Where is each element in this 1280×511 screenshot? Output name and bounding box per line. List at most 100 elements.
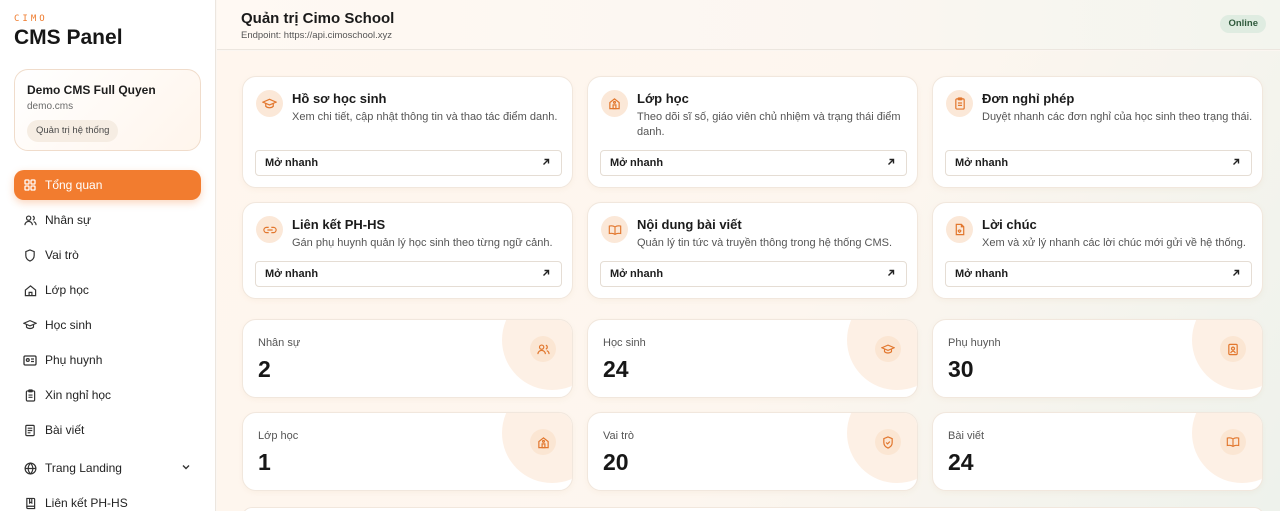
quick-open-button[interactable]: Mở nhanh xyxy=(600,261,907,287)
stat-label: Lớp học xyxy=(258,430,299,442)
module-description: Xem chi tiết, cập nhật thông tin và thao… xyxy=(292,111,558,123)
module-title: Liên kết PH-HS xyxy=(292,217,386,232)
module-card-posts: Nội dung bài viết Quản lý tin tức và tru… xyxy=(587,202,918,299)
sidebar-item-classes[interactable]: Lớp học xyxy=(14,275,201,305)
quick-open-label: Mở nhanh xyxy=(610,157,664,169)
next-section-card xyxy=(242,507,1264,511)
quick-open-label: Mở nhanh xyxy=(610,268,664,280)
user-login: demo.cms xyxy=(27,101,74,112)
stat-label: Nhân sự xyxy=(258,337,301,349)
stat-card-students: Học sinh 24 xyxy=(587,319,918,398)
arrow-up-right-icon xyxy=(541,268,551,281)
sidebar-item-label: Nhân sự xyxy=(45,213,92,227)
module-description: Theo dõi sĩ số, giáo viên chủ nhiệm và t… xyxy=(637,111,901,138)
users-icon xyxy=(530,336,556,362)
module-description: Xem và xử lý nhanh các lời chúc mới gửi … xyxy=(982,237,1246,249)
quick-open-label: Mở nhanh xyxy=(955,157,1009,169)
sidebar-item-overview[interactable]: Tổng quan xyxy=(14,170,201,200)
users-icon xyxy=(23,213,37,227)
grid-icon xyxy=(23,178,37,192)
graduation-cap-icon xyxy=(256,90,283,117)
stat-card-classes: Lớp học 1 xyxy=(242,412,573,491)
school-icon xyxy=(601,90,628,117)
clipboard-icon xyxy=(23,388,37,402)
sidebar-item-leave[interactable]: Xin nghỉ học xyxy=(14,380,201,410)
module-card-student-profile: Hồ sơ học sinh Xem chi tiết, cập nhật th… xyxy=(242,76,573,188)
chevron-down-icon[interactable] xyxy=(181,461,191,475)
quick-open-button[interactable]: Mở nhanh xyxy=(945,150,1252,176)
page-title: Quản trị Cimo School xyxy=(241,10,395,27)
sidebar-item-label: Vai trò xyxy=(45,248,79,262)
book-open-icon xyxy=(601,216,628,243)
stat-label: Phụ huynh xyxy=(948,337,1001,349)
module-description: Duyệt nhanh các đơn nghỉ của học sinh th… xyxy=(982,111,1253,123)
graduation-cap-icon xyxy=(875,336,901,362)
sidebar-item-label: Học sinh xyxy=(45,318,92,332)
stat-label: Bài viết xyxy=(948,430,985,442)
arrow-up-right-icon xyxy=(1231,157,1241,170)
arrow-up-right-icon xyxy=(886,157,896,170)
module-description: Quản lý tin tức và truyền thông trong hệ… xyxy=(637,237,893,249)
module-card-parent-student-link: Liên kết PH-HS Gán phụ huynh quản lý học… xyxy=(242,202,573,299)
quick-open-button[interactable]: Mở nhanh xyxy=(255,261,562,287)
module-description: Gán phụ huynh quản lý học sinh theo từng… xyxy=(292,237,553,249)
user-role-badge: Quản trị hệ thống xyxy=(27,120,119,142)
arrow-up-right-icon xyxy=(1231,268,1241,281)
arrow-up-right-icon xyxy=(886,268,896,281)
stat-value: 20 xyxy=(603,449,629,475)
module-title: Đơn nghỉ phép xyxy=(982,91,1075,106)
quick-open-label: Mở nhanh xyxy=(265,157,319,169)
module-title: Lớp học xyxy=(637,91,689,106)
user-name: Demo CMS Full Quyen xyxy=(27,83,156,97)
id-card-icon xyxy=(1220,336,1246,362)
stat-card-parents: Phụ huynh 30 xyxy=(932,319,1263,398)
stat-value: 30 xyxy=(948,356,974,382)
stat-card-staff: Nhân sự 2 xyxy=(242,319,573,398)
sidebar-nav: Tổng quan Nhân sự Vai trò Lớp học Học si… xyxy=(14,170,201,511)
status-badge: Online xyxy=(1220,15,1266,33)
newspaper-icon xyxy=(23,423,37,437)
sidebar-item-label: Tổng quan xyxy=(45,178,103,192)
quick-open-button[interactable]: Mở nhanh xyxy=(600,150,907,176)
sidebar-item-label: Phụ huynh xyxy=(45,353,103,367)
top-header: Quản trị Cimo School Endpoint: https://a… xyxy=(217,0,1280,50)
message-icon xyxy=(946,216,973,243)
sidebar-item-parent-student-link[interactable]: Liên kết PH-HS xyxy=(14,488,201,511)
sidebar-item-roles[interactable]: Vai trò xyxy=(14,240,201,270)
stat-label: Học sinh xyxy=(603,337,646,349)
brand-caption: CIMO xyxy=(14,14,48,24)
arrow-up-right-icon xyxy=(541,157,551,170)
module-card-leave-requests: Đơn nghỉ phép Duyệt nhanh các đơn nghỉ c… xyxy=(932,76,1263,188)
sidebar-item-staff[interactable]: Nhân sự xyxy=(14,205,201,235)
book-open-icon xyxy=(1220,429,1246,455)
id-card-icon xyxy=(23,353,37,367)
endpoint-text: Endpoint: https://api.cimoschool.xyz xyxy=(241,30,393,41)
module-title: Lời chúc xyxy=(982,217,1037,232)
quick-open-button[interactable]: Mở nhanh xyxy=(255,150,562,176)
sidebar-item-landing[interactable]: Trang Landing xyxy=(14,453,201,483)
quick-open-button[interactable]: Mở nhanh xyxy=(945,261,1252,287)
sidebar-item-posts[interactable]: Bài viết xyxy=(14,415,201,445)
stat-value: 24 xyxy=(948,449,974,475)
module-title: Hồ sơ học sinh xyxy=(292,91,387,106)
sidebar-item-students[interactable]: Học sinh xyxy=(14,310,201,340)
sidebar-item-label: Lớp học xyxy=(45,283,89,297)
graduation-cap-icon xyxy=(23,318,37,332)
stat-value: 1 xyxy=(258,449,271,475)
stat-card-posts: Bài viết 24 xyxy=(932,412,1263,491)
book-icon xyxy=(23,496,37,510)
link-icon xyxy=(256,216,283,243)
sidebar-item-parents[interactable]: Phụ huynh xyxy=(14,345,201,375)
user-card[interactable]: Demo CMS Full Quyen demo.cms Quản trị hệ… xyxy=(14,69,201,151)
sidebar-item-label: Xin nghỉ học xyxy=(45,388,112,402)
stat-value: 2 xyxy=(258,356,271,382)
quick-open-label: Mở nhanh xyxy=(955,268,1009,280)
home-icon xyxy=(23,283,37,297)
sidebar-item-label: Bài viết xyxy=(45,423,85,437)
brand-title: CMS Panel xyxy=(14,26,123,49)
quick-open-label: Mở nhanh xyxy=(265,268,319,280)
stat-value: 24 xyxy=(603,356,629,382)
main-content: Hồ sơ học sinh Xem chi tiết, cập nhật th… xyxy=(217,51,1280,511)
sidebar: CIMO CMS Panel Demo CMS Full Quyen demo.… xyxy=(0,0,216,511)
shield-icon xyxy=(875,429,901,455)
